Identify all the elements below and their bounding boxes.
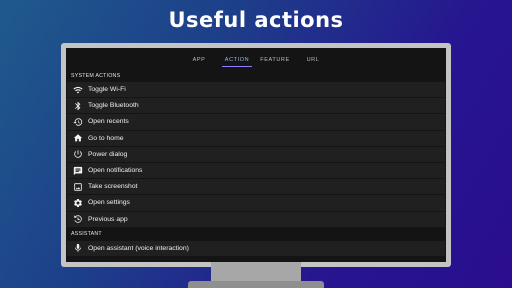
gear-icon	[72, 197, 83, 208]
history-icon	[72, 116, 83, 127]
action-open-settings[interactable]: Open settings	[67, 195, 445, 211]
home-icon	[72, 133, 83, 144]
action-open-notifications[interactable]: Open notifications	[67, 162, 445, 179]
image-icon	[72, 181, 83, 192]
tab-app[interactable]: APP	[180, 57, 218, 69]
action-label: Open settings	[88, 199, 130, 207]
action-label: Take screenshot	[88, 183, 138, 191]
tv-monitor: APP ACTION FEATURE URL SYSTEM ACTIONS To…	[61, 43, 451, 267]
power-icon	[72, 149, 83, 160]
tab-bar: APP ACTION FEATURE URL	[66, 48, 446, 69]
action-label: Go to home	[88, 134, 124, 142]
action-take-screenshot[interactable]: Take screenshot	[67, 179, 445, 195]
action-toggle-wifi[interactable]: Toggle Wi-Fi	[67, 82, 445, 98]
action-label: Toggle Wi-Fi	[88, 86, 126, 94]
wifi-icon	[72, 84, 83, 95]
section-header-system-actions: SYSTEM ACTIONS	[71, 72, 121, 79]
action-open-assistant[interactable]: Open assistant (voice interaction)	[67, 240, 445, 256]
action-toggle-bluetooth[interactable]: Toggle Bluetooth	[67, 98, 445, 114]
action-previous-app[interactable]: Previous app	[67, 211, 445, 227]
notification-message-icon	[72, 165, 83, 176]
section-header-assistant: ASSISTANT	[71, 231, 102, 238]
action-label: Open notifications	[88, 167, 143, 175]
action-go-to-home[interactable]: Go to home	[67, 130, 445, 146]
monitor-stand-neck	[211, 262, 301, 282]
tv-screen: APP ACTION FEATURE URL SYSTEM ACTIONS To…	[66, 48, 446, 262]
tab-feature[interactable]: FEATURE	[256, 57, 294, 69]
monitor-stand-base	[188, 281, 324, 288]
action-power-dialog[interactable]: Power dialog	[67, 146, 445, 162]
headline: Useful actions	[168, 8, 344, 32]
action-label: Open assistant (voice interaction)	[88, 244, 189, 252]
microphone-icon	[72, 243, 83, 254]
action-label: Open recents	[88, 118, 129, 126]
back-history-icon	[72, 214, 83, 225]
action-open-recents[interactable]: Open recents	[67, 114, 445, 130]
action-label: Toggle Bluetooth	[88, 102, 139, 110]
action-label: Power dialog	[88, 150, 128, 158]
tab-action[interactable]: ACTION	[218, 57, 256, 69]
action-label: Previous app	[88, 215, 128, 223]
bluetooth-icon	[72, 100, 83, 111]
tab-url[interactable]: URL	[294, 57, 332, 69]
